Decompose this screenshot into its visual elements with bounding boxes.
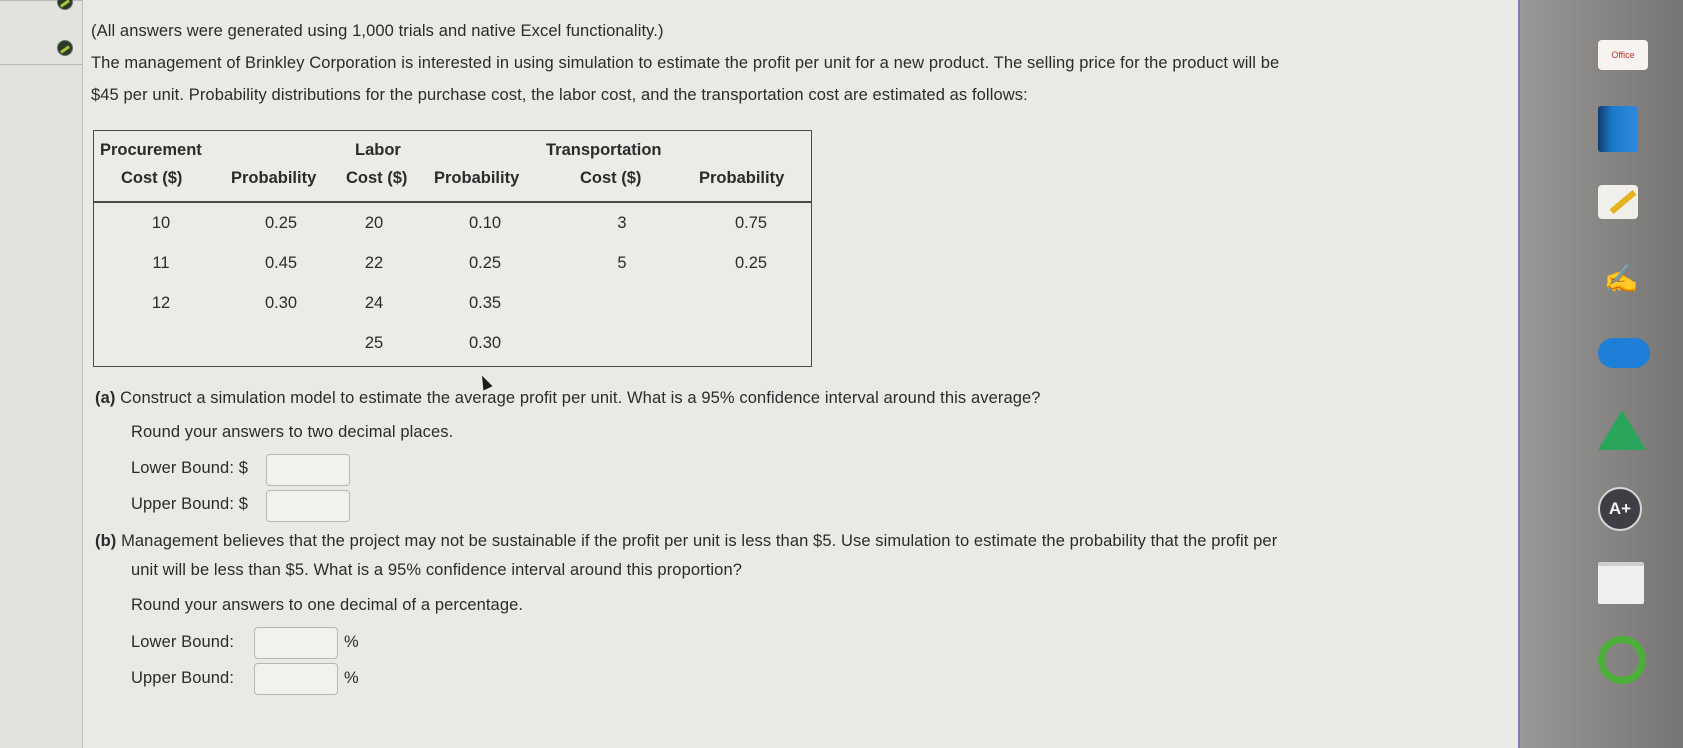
part-b-question-text: Management believes that the project may… xyxy=(121,532,1278,550)
part-b-question-line-2: unit will be less than $5. What is a 95%… xyxy=(131,561,742,579)
table-cell: 25 xyxy=(364,334,384,352)
header-probability-1: Probability xyxy=(231,169,317,187)
left-gutter xyxy=(0,0,83,748)
notes-icon[interactable] xyxy=(1598,185,1638,219)
cloud-icon[interactable] xyxy=(1598,338,1650,368)
table-cell: 20 xyxy=(364,214,384,232)
part-b-lower-unit: % xyxy=(344,633,359,651)
part-a-question: (a) Construct a simulation model to esti… xyxy=(95,389,1041,408)
header-probability-3: Probability xyxy=(699,169,785,187)
table-cell: 0.45 xyxy=(264,254,298,272)
gutter-divider xyxy=(0,64,82,65)
header-procurement: Procurement xyxy=(100,141,202,159)
table-cell: 11 xyxy=(152,254,170,272)
intro-note: (All answers were generated using 1,000 … xyxy=(91,22,664,40)
table-cell: 0.30 xyxy=(468,334,502,352)
problem-text-line-1: The management of Brinkley Corporation i… xyxy=(91,54,1280,72)
table-cell: 0.10 xyxy=(468,214,502,232)
aplus-icon[interactable]: A+ xyxy=(1598,487,1642,531)
table-cell: 0.25 xyxy=(264,214,298,232)
question-status-icon[interactable] xyxy=(57,40,73,56)
office-icon[interactable]: Office xyxy=(1598,40,1648,70)
table-header-divider xyxy=(94,201,811,203)
part-a-round-note: Round your answers to two decimal places… xyxy=(131,423,454,441)
table-cell: 22 xyxy=(364,254,384,272)
table-cell: 0.35 xyxy=(468,294,502,312)
part-a-question-text: Construct a simulation model to estimate… xyxy=(120,389,1041,407)
table-cell: 10 xyxy=(151,214,171,232)
header-transportation-cost: Cost ($) xyxy=(580,169,642,187)
scribble-icon[interactable]: ✍ xyxy=(1598,262,1644,302)
part-b-question-line-1: (b) Management believes that the project… xyxy=(95,532,1277,551)
table-cell: 0.25 xyxy=(734,254,768,272)
table-cell: 0.25 xyxy=(468,254,502,272)
book-icon[interactable] xyxy=(1598,106,1638,152)
part-a-lower-input[interactable] xyxy=(266,454,350,486)
header-labor: Labor xyxy=(355,141,401,159)
part-a-lower-label: Lower Bound: $ xyxy=(131,459,248,477)
header-labor-cost: Cost ($) xyxy=(346,169,408,187)
part-b-lower-label: Lower Bound: xyxy=(131,633,235,651)
distribution-table: Procurement Cost ($) Probability Labor C… xyxy=(93,130,812,367)
header-procurement-cost: Cost ($) xyxy=(121,169,183,187)
part-b-lower-input[interactable] xyxy=(254,627,338,659)
part-a-upper-input[interactable] xyxy=(266,490,350,522)
table-cell: 0.75 xyxy=(734,214,768,232)
part-a-upper-label: Upper Bound: $ xyxy=(131,495,248,513)
header-transportation: Transportation xyxy=(546,141,662,159)
problem-text-line-2: $45 per unit. Probability distributions … xyxy=(91,86,1028,104)
table-cell: 5 xyxy=(617,254,627,272)
table-cell: 3 xyxy=(617,214,627,232)
document-icon[interactable] xyxy=(1598,562,1644,604)
part-b-tag: (b) xyxy=(95,532,117,550)
part-b-upper-label: Upper Bound: xyxy=(131,669,235,687)
part-a-tag: (a) xyxy=(95,389,116,407)
table-cell: 24 xyxy=(364,294,384,312)
part-b-round-note: Round your answers to one decimal of a p… xyxy=(131,596,524,614)
part-b-upper-unit: % xyxy=(344,669,359,687)
ring-icon[interactable] xyxy=(1598,636,1646,684)
part-b-upper-input[interactable] xyxy=(254,663,338,695)
question-status-icon[interactable] xyxy=(57,0,73,10)
drive-icon[interactable] xyxy=(1598,410,1646,450)
table-cell: 0.30 xyxy=(264,294,298,312)
header-probability-2: Probability xyxy=(434,169,520,187)
table-cell: 12 xyxy=(151,294,171,312)
